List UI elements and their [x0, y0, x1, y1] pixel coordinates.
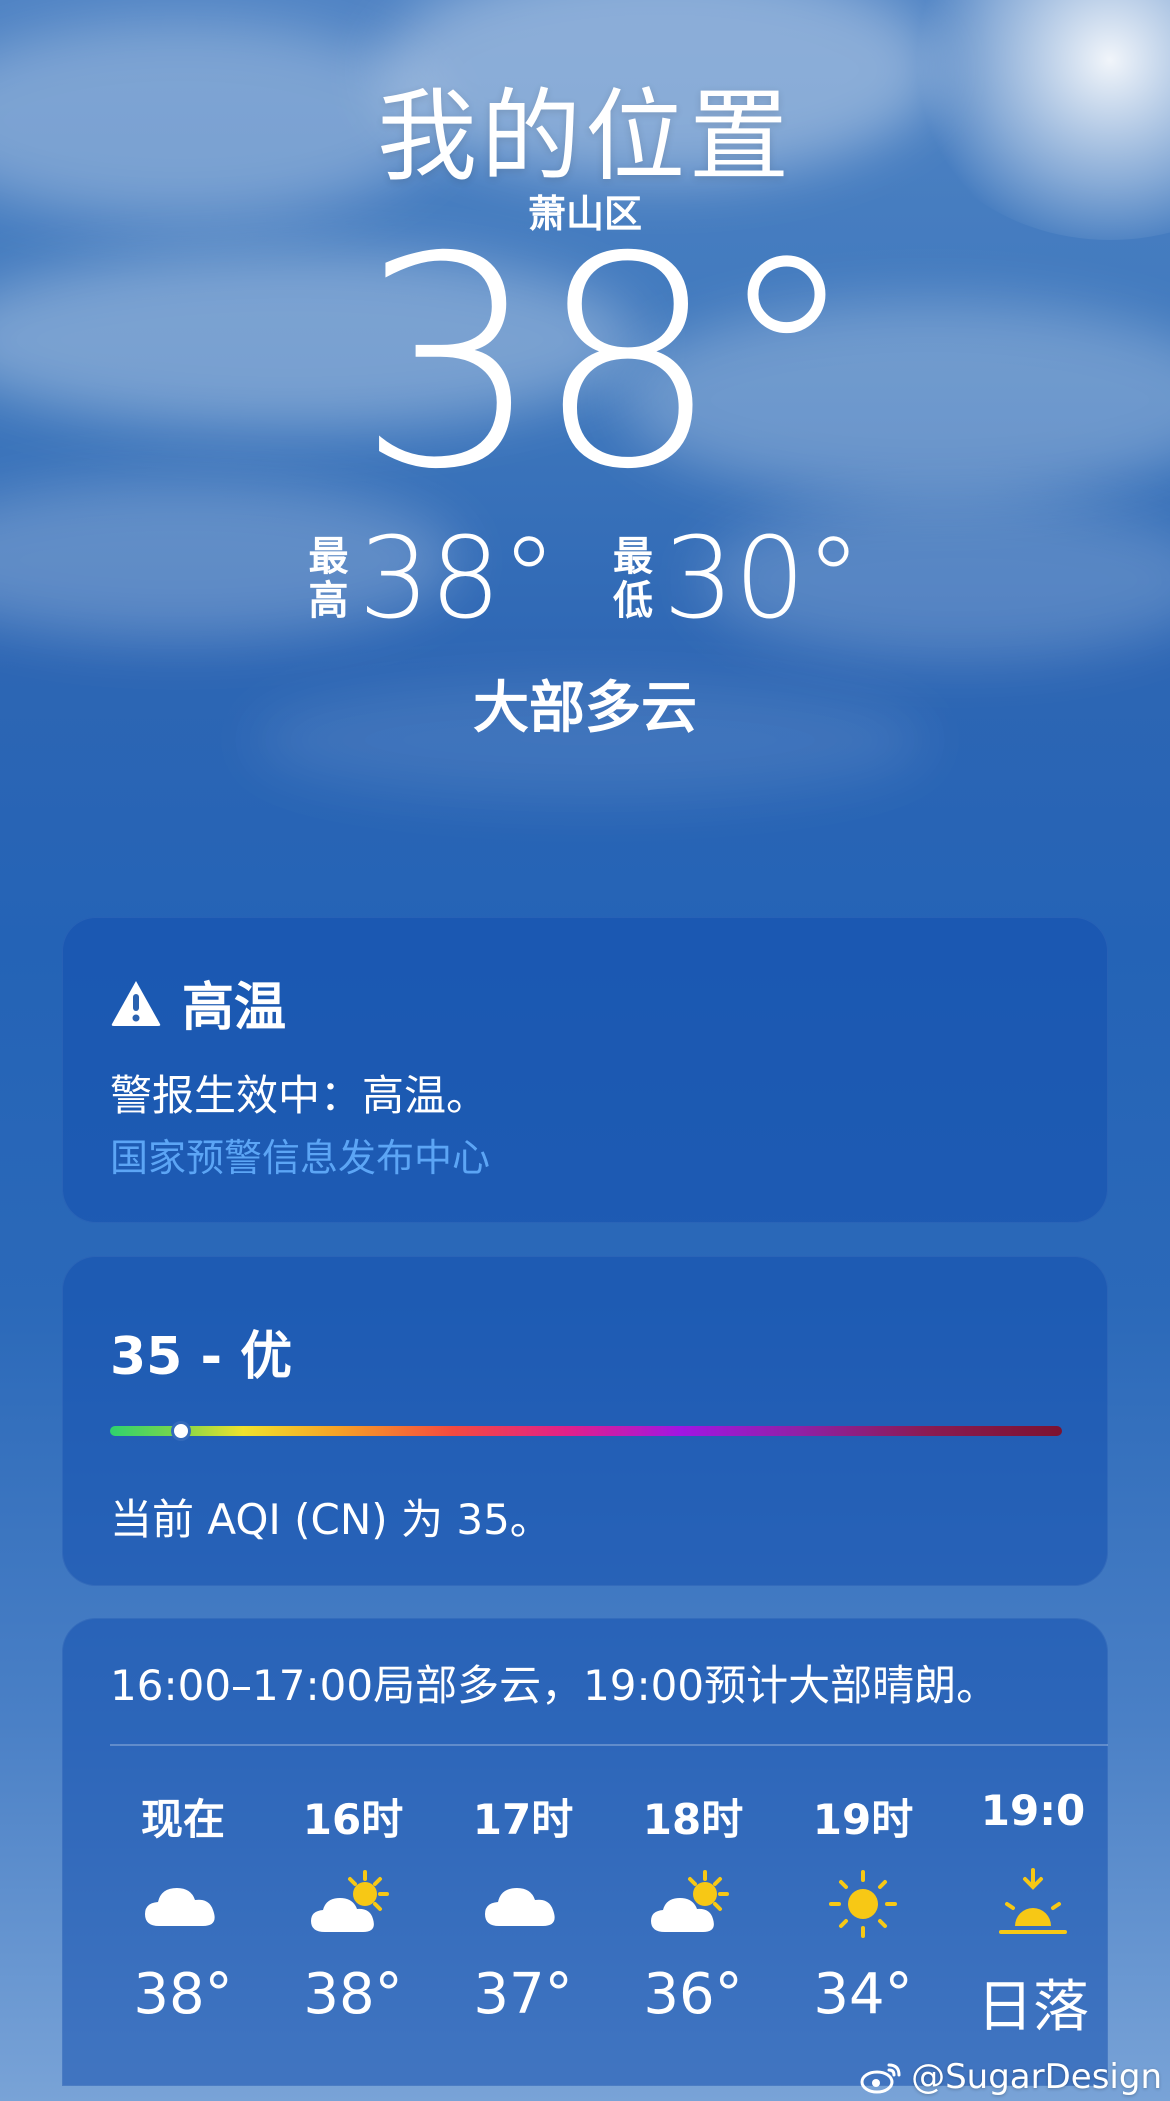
high-value: 38° [358, 514, 557, 644]
alert-text: 警报生效中：高温。 [110, 1071, 489, 1120]
alert-title: 高温 [110, 965, 286, 1040]
weather-condition: 大部多云 [473, 676, 697, 741]
hour-label: 16时 [302, 1795, 404, 1844]
hour-temp: 38° [303, 1962, 403, 2027]
air-quality-card[interactable]: 35 - 优 当前 AQI (CN) 为 35。 [62, 1256, 1108, 1586]
alert-title-text: 高温 [182, 978, 287, 1038]
hour-label: 18时 [642, 1795, 744, 1844]
hour-item: 18时 36° [600, 1786, 786, 2043]
hour-item: 16时 38° [260, 1786, 446, 2043]
low-label: 最 低 [613, 534, 653, 624]
cloud-icon [485, 1888, 555, 1926]
sun-icon [829, 1870, 897, 1938]
hourly-forecast-card[interactable]: 16:00–17:00局部多云，19:00预计大部晴朗。 现在 38° 16时 … [62, 1618, 1108, 2086]
low-temperature: 最 低 30° [613, 523, 862, 635]
hour-item: 19:0 日落 [940, 1786, 1108, 2043]
aqi-description: 当前 AQI (CN) 为 35。 [110, 1495, 552, 1544]
cloud-icon [145, 1888, 215, 1926]
partly-sunny-icon [311, 1870, 389, 1932]
high-label: 最 高 [308, 534, 349, 624]
hour-temp: 38° [133, 1962, 233, 2027]
hour-temp: 37° [473, 1962, 573, 2027]
watermark: @SugarDesign [859, 2057, 1162, 2097]
high-low-temperature: 最 高 38° 最 低 30° [0, 523, 1170, 635]
watermark-text: @SugarDesign [911, 2057, 1162, 2097]
hour-label: 现在 [140, 1795, 225, 1844]
aqi-value: 35 - 优 [110, 1327, 293, 1387]
partly-sunny-icon [651, 1870, 729, 1932]
current-temperature: 38° [356, 196, 859, 533]
hour-temp: 36° [643, 1962, 743, 2027]
hour-temp: 日落 [977, 1975, 1089, 2040]
hour-label: 19:0 [980, 1786, 1086, 1835]
divider [110, 1744, 1108, 1746]
hour-item: 17时 37° [430, 1786, 616, 2043]
alert-source-link[interactable]: 国家预警信息发布中心 [110, 1127, 490, 1182]
hour-item: 19时 34° [770, 1786, 956, 2043]
weibo-icon [860, 2063, 901, 2094]
location-title: 我的位置 [377, 78, 793, 195]
high-temperature: 最 高 38° [308, 523, 557, 635]
hour-item: 现在 38° [90, 1786, 276, 2043]
warning-triangle-icon [111, 980, 161, 1026]
sunset-icon [999, 1868, 1067, 1934]
low-value: 30° [663, 514, 862, 644]
aqi-scale-bar [110, 1426, 1062, 1436]
hour-label: 19时 [812, 1795, 914, 1844]
forecast-summary: 16:00–17:00局部多云，19:00预计大部晴朗。 [110, 1661, 999, 1710]
hourly-list[interactable]: 现在 38° 16时 38° 17时 37° 18时 36° 19时 34° 1… [110, 1786, 1108, 2043]
hour-temp: 34° [813, 1962, 913, 2027]
heat-alert-card[interactable]: 高温 警报生效中：高温。 国家预警信息发布中心 [62, 917, 1108, 1223]
aqi-indicator [171, 1421, 192, 1441]
hour-label: 17时 [472, 1795, 574, 1844]
